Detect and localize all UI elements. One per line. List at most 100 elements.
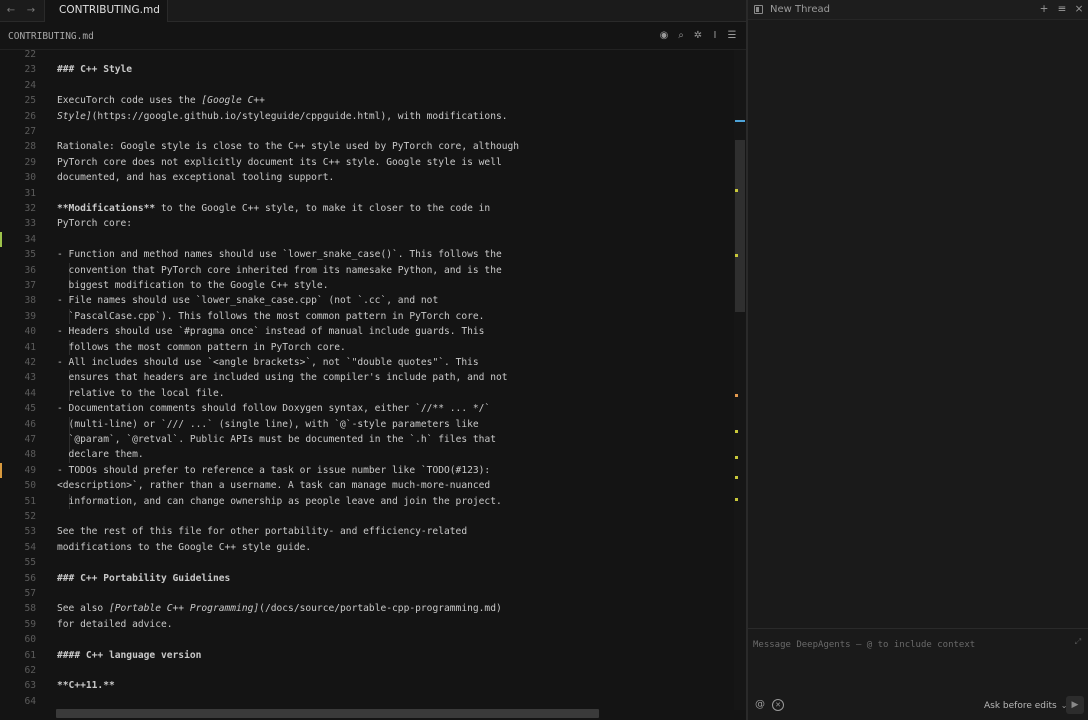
token-text: information, and can change ownership as… — [57, 495, 502, 507]
line-number[interactable]: 40 — [0, 324, 36, 339]
line-text: (multi-line) or `/// ...` (single line),… — [57, 417, 479, 432]
tab-bar: ← → CONTRIBUTING.md — [0, 0, 746, 22]
line-number[interactable]: 28 — [0, 139, 36, 154]
message-input[interactable] — [753, 638, 1071, 652]
code-line: 31 — [0, 186, 740, 201]
token-text: - Documentation comments should follow D… — [57, 403, 416, 415]
forward-arrow-icon[interactable]: → — [24, 3, 38, 18]
sliders-icon[interactable]: ☰ — [726, 30, 738, 42]
token-bl: **C++11.** — [57, 680, 115, 692]
clear-context-icon[interactable]: ✕ — [772, 699, 784, 711]
line-number[interactable]: 27 — [0, 124, 36, 139]
line-number[interactable]: 46 — [0, 417, 36, 432]
line-number[interactable]: 47 — [0, 432, 36, 447]
line-number[interactable]: 30 — [0, 170, 36, 185]
line-number[interactable]: 26 — [0, 109, 36, 124]
gutter-change-mark — [0, 462, 2, 479]
token-text: , — [114, 434, 127, 445]
line-number[interactable]: 31 — [0, 186, 36, 201]
line-text: `@param`, `@retval`. Public APIs must be… — [57, 432, 496, 447]
line-number[interactable]: 59 — [0, 617, 36, 632]
line-number[interactable]: 22 — [0, 50, 36, 62]
preview-eye-icon[interactable]: ◉ — [658, 30, 670, 42]
line-number[interactable]: 42 — [0, 355, 36, 370]
line-number[interactable]: 44 — [0, 386, 36, 401]
permission-mode-select[interactable]: Ask before edits ⌄ — [984, 699, 1067, 713]
line-number[interactable]: 57 — [0, 586, 36, 601]
search-icon[interactable]: ⌕ — [675, 30, 687, 42]
line-text: See also [Portable C++ Programming](/doc… — [57, 601, 502, 616]
line-number[interactable]: 38 — [0, 293, 36, 308]
line-text: **Modifications** to the Google C++ styl… — [57, 201, 490, 216]
scrollbar-mark — [735, 476, 738, 479]
code-line: 52 — [0, 509, 740, 524]
token-bl: **Modifications** — [57, 203, 156, 214]
token-text: (single line), with — [212, 418, 335, 430]
sparkle-icon[interactable]: ✲ — [692, 30, 704, 42]
line-number[interactable]: 48 — [0, 447, 36, 462]
sidebar-toggle-icon[interactable] — [754, 5, 763, 14]
breadcrumb[interactable]: CONTRIBUTING.md — [8, 31, 94, 42]
code-line: 64 — [0, 694, 740, 709]
at-mention-icon[interactable]: @ — [754, 699, 766, 711]
line-number[interactable]: 33 — [0, 216, 36, 231]
token-text: - File names should use — [57, 295, 196, 307]
line-number[interactable]: 58 — [0, 601, 36, 616]
line-number[interactable]: 29 — [0, 155, 36, 170]
back-arrow-icon[interactable]: ← — [4, 3, 18, 18]
line-number[interactable]: 36 — [0, 263, 36, 278]
line-text: follows the most common pattern in PyTor… — [57, 340, 346, 355]
line-number[interactable]: 55 — [0, 555, 36, 570]
line-number[interactable]: 23 — [0, 62, 36, 77]
code-line: 59 for detailed advice. — [0, 617, 740, 632]
close-icon[interactable]: × — [1073, 3, 1085, 16]
line-number[interactable]: 39 — [0, 309, 36, 324]
line-number[interactable]: 50 — [0, 478, 36, 493]
new-thread-plus-icon[interactable]: + — [1038, 3, 1050, 16]
line-number[interactable]: 32 — [0, 201, 36, 216]
code-line: 51 information, and can change ownership… — [0, 493, 740, 509]
menu-icon[interactable]: ≡ — [1056, 3, 1068, 16]
text-cursor-icon[interactable]: I — [709, 30, 721, 42]
line-number[interactable]: 37 — [0, 278, 36, 293]
line-number[interactable]: 60 — [0, 632, 36, 647]
line-number[interactable]: 43 — [0, 370, 36, 385]
line-number[interactable]: 64 — [0, 694, 36, 709]
code-line: 41 follows the most common pattern in Py… — [0, 339, 740, 355]
expand-icon[interactable]: ⤢ — [1073, 637, 1083, 647]
token-text: declare them. — [57, 449, 144, 461]
code-area[interactable]: 22 23 ### C++ Style 24 25 ExecuTorch code use… — [0, 50, 740, 710]
line-number[interactable]: 35 — [0, 247, 36, 262]
line-text: for detailed advice. — [57, 617, 173, 632]
line-text: - File names should use `lower_snake_cas… — [57, 293, 438, 308]
line-number[interactable]: 45 — [0, 401, 36, 416]
line-number[interactable]: 25 — [0, 93, 36, 108]
line-number[interactable]: 41 — [0, 340, 36, 355]
token-cd: `@` — [334, 418, 352, 430]
token-text: convention that PyTorch core inherited f… — [57, 264, 502, 276]
line-number[interactable]: 54 — [0, 540, 36, 555]
line-number[interactable]: 24 — [0, 78, 36, 93]
message-composer: ⤢ @ ✕ Ask before edits⌄ ▶ — [748, 628, 1088, 720]
line-number[interactable]: 53 — [0, 524, 36, 539]
tab-contributing-md[interactable]: CONTRIBUTING.md — [44, 0, 168, 22]
token-cd: `#pragma once` — [178, 326, 260, 338]
line-text: ### C++ Portability Guidelines — [57, 571, 230, 586]
code-line: 53 See the rest of this file for other po… — [0, 524, 740, 539]
code-line: 39 `PascalCase.cpp`). This follows the m… — [0, 308, 740, 325]
line-text: PyTorch core: — [57, 216, 132, 231]
line-number[interactable]: 56 — [0, 571, 36, 586]
send-button[interactable]: ▶ — [1066, 696, 1084, 714]
line-number[interactable]: 52 — [0, 509, 36, 524]
line-number[interactable]: 61 — [0, 648, 36, 663]
line-number[interactable]: 51 — [0, 494, 36, 509]
horizontal-scrollbar-thumb[interactable] — [56, 709, 599, 718]
line-number[interactable]: 34 — [0, 232, 36, 247]
line-number[interactable]: 62 — [0, 663, 36, 678]
line-number[interactable]: 49 — [0, 463, 36, 478]
line-number[interactable]: 63 — [0, 678, 36, 693]
gutter-change-mark — [0, 231, 2, 248]
code-line: 47 `@param`, `@retval`. Public APIs must… — [0, 432, 740, 448]
vertical-scrollbar-thumb[interactable] — [735, 140, 745, 312]
line-text: - Headers should use `#pragma once` inst… — [57, 324, 484, 339]
